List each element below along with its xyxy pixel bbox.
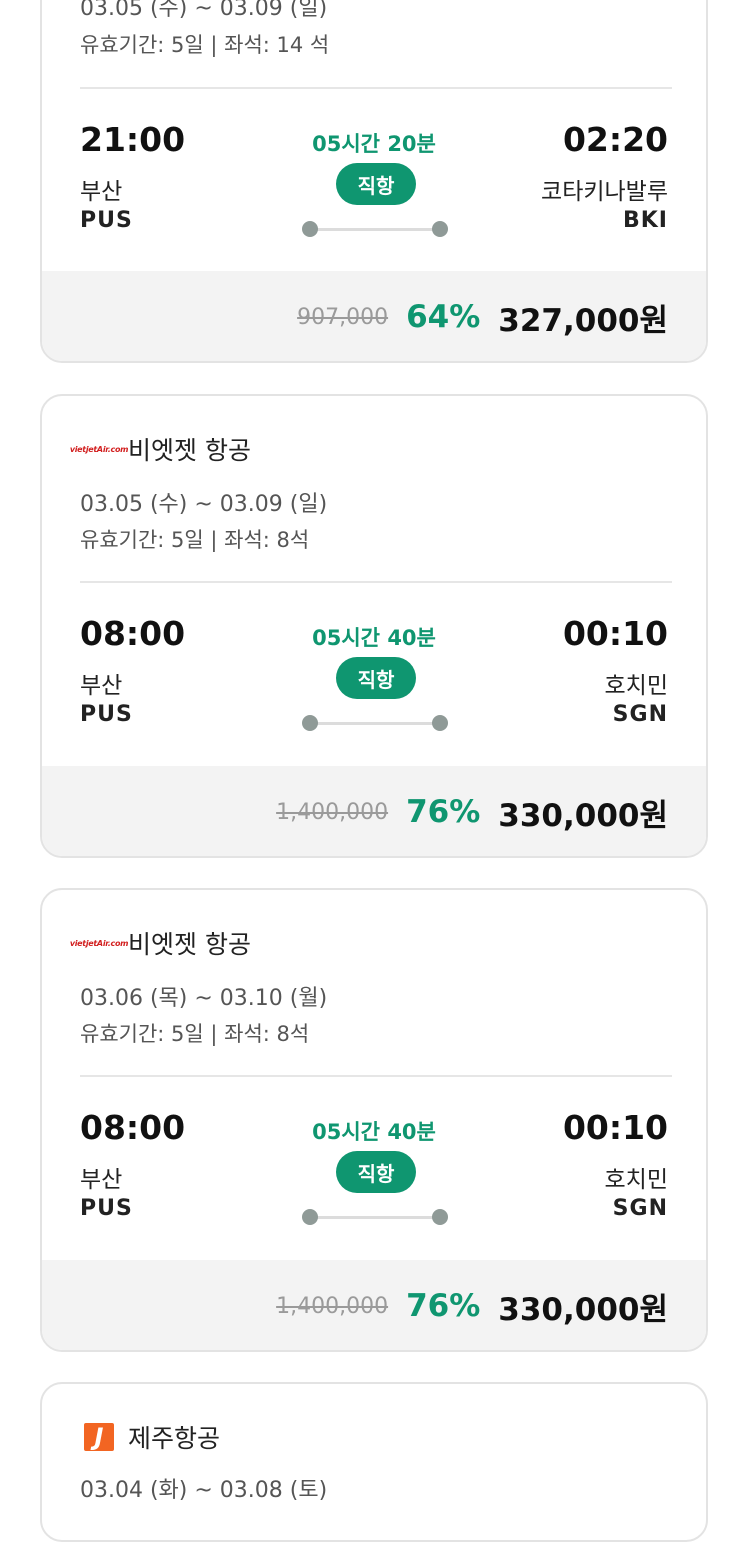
arrival-code: BKI [622, 208, 668, 233]
travel-dates: 03.05 (수) ~ 03.09 (일) [80, 0, 328, 21]
airline-row: vietjetAir.com 비엣젯 항공 [70, 434, 251, 465]
direct-badge: 직항 [336, 657, 416, 699]
flight-card[interactable]: J 제주항공 03.04 (화) ~ 03.08 (토) [40, 1382, 708, 1542]
discount-rate: 64% [406, 299, 481, 335]
departure-code: PUS [80, 208, 133, 233]
destination-dot [432, 715, 448, 731]
airline-name: 비엣젯 항공 [128, 930, 251, 959]
direct-badge: 직항 [336, 163, 416, 205]
arrival-city: 코타키나발루 [541, 179, 668, 205]
origin-dot [302, 1209, 318, 1225]
vietjet-logo-text: vietjetAir.com [69, 444, 129, 454]
discount-rate: 76% [406, 794, 481, 830]
arrival-city: 호치민 [604, 1167, 668, 1193]
arrival-time: 02:20 [562, 120, 668, 159]
vietjet-logo: vietjetAir.com [70, 434, 129, 464]
route-line [310, 1216, 442, 1219]
price-bar: 1,400,000 76% 330,000원 [42, 766, 706, 856]
flight-card[interactable]: 03.05 (수) ~ 03.09 (일) 유효기간: 5일 | 좌석: 14 … [40, 0, 708, 363]
airline-row: J 제주항공 [80, 1422, 221, 1453]
origin-dot [302, 221, 318, 237]
origin-dot [302, 715, 318, 731]
flight-card[interactable]: vietjetAir.com 비엣젯 항공 03.05 (수) ~ 03.09 … [40, 394, 708, 858]
validity-seats: 유효기간: 5일 | 좌석: 8석 [80, 1022, 310, 1046]
vietjet-logo: vietjetAir.com [70, 928, 129, 958]
route-line [310, 722, 442, 725]
travel-dates: 03.04 (화) ~ 03.08 (토) [80, 1478, 328, 1503]
airline-name: 비엣젯 항공 [128, 436, 251, 465]
flight-card[interactable]: vietjetAir.com 비엣젯 항공 03.06 (목) ~ 03.10 … [40, 888, 708, 1352]
price-bar: 1,400,000 76% 330,000원 [42, 1260, 706, 1350]
arrival-code: SGN [612, 702, 668, 727]
airline-name: 제주항공 [128, 1424, 221, 1453]
validity-seats: 유효기간: 5일 | 좌석: 14 석 [80, 33, 330, 57]
destination-dot [432, 221, 448, 237]
final-price: 330,000원 [498, 797, 668, 834]
original-price: 907,000 [297, 304, 389, 330]
divider [80, 581, 672, 583]
departure-city: 부산 [80, 673, 123, 699]
destination-dot [432, 1209, 448, 1225]
jejuair-logo: J [80, 1422, 118, 1452]
divider [80, 87, 672, 89]
departure-city: 부산 [80, 1167, 123, 1193]
final-price: 330,000원 [498, 1291, 668, 1328]
direct-badge: 직항 [336, 1151, 416, 1193]
final-price: 327,000원 [498, 302, 668, 339]
departure-code: PUS [80, 702, 133, 727]
travel-dates: 03.06 (목) ~ 03.10 (월) [80, 986, 328, 1011]
departure-code: PUS [80, 1196, 133, 1221]
arrival-time: 00:10 [562, 1108, 668, 1147]
price-bar: 907,000 64% 327,000원 [42, 271, 706, 361]
divider [80, 1075, 672, 1077]
route-line [310, 228, 442, 231]
arrival-code: SGN [612, 1196, 668, 1221]
vietjet-logo-text: vietjetAir.com [69, 938, 129, 948]
travel-dates: 03.05 (수) ~ 03.09 (일) [80, 492, 328, 517]
original-price: 1,400,000 [276, 1293, 389, 1319]
arrival-time: 00:10 [562, 614, 668, 653]
original-price: 1,400,000 [276, 799, 389, 825]
discount-rate: 76% [406, 1288, 481, 1324]
validity-seats: 유효기간: 5일 | 좌석: 8석 [80, 528, 310, 552]
airline-row: vietjetAir.com 비엣젯 항공 [70, 928, 251, 959]
departure-city: 부산 [80, 179, 123, 205]
arrival-city: 호치민 [604, 673, 668, 699]
jejuair-logo-mark: J [84, 1423, 114, 1451]
